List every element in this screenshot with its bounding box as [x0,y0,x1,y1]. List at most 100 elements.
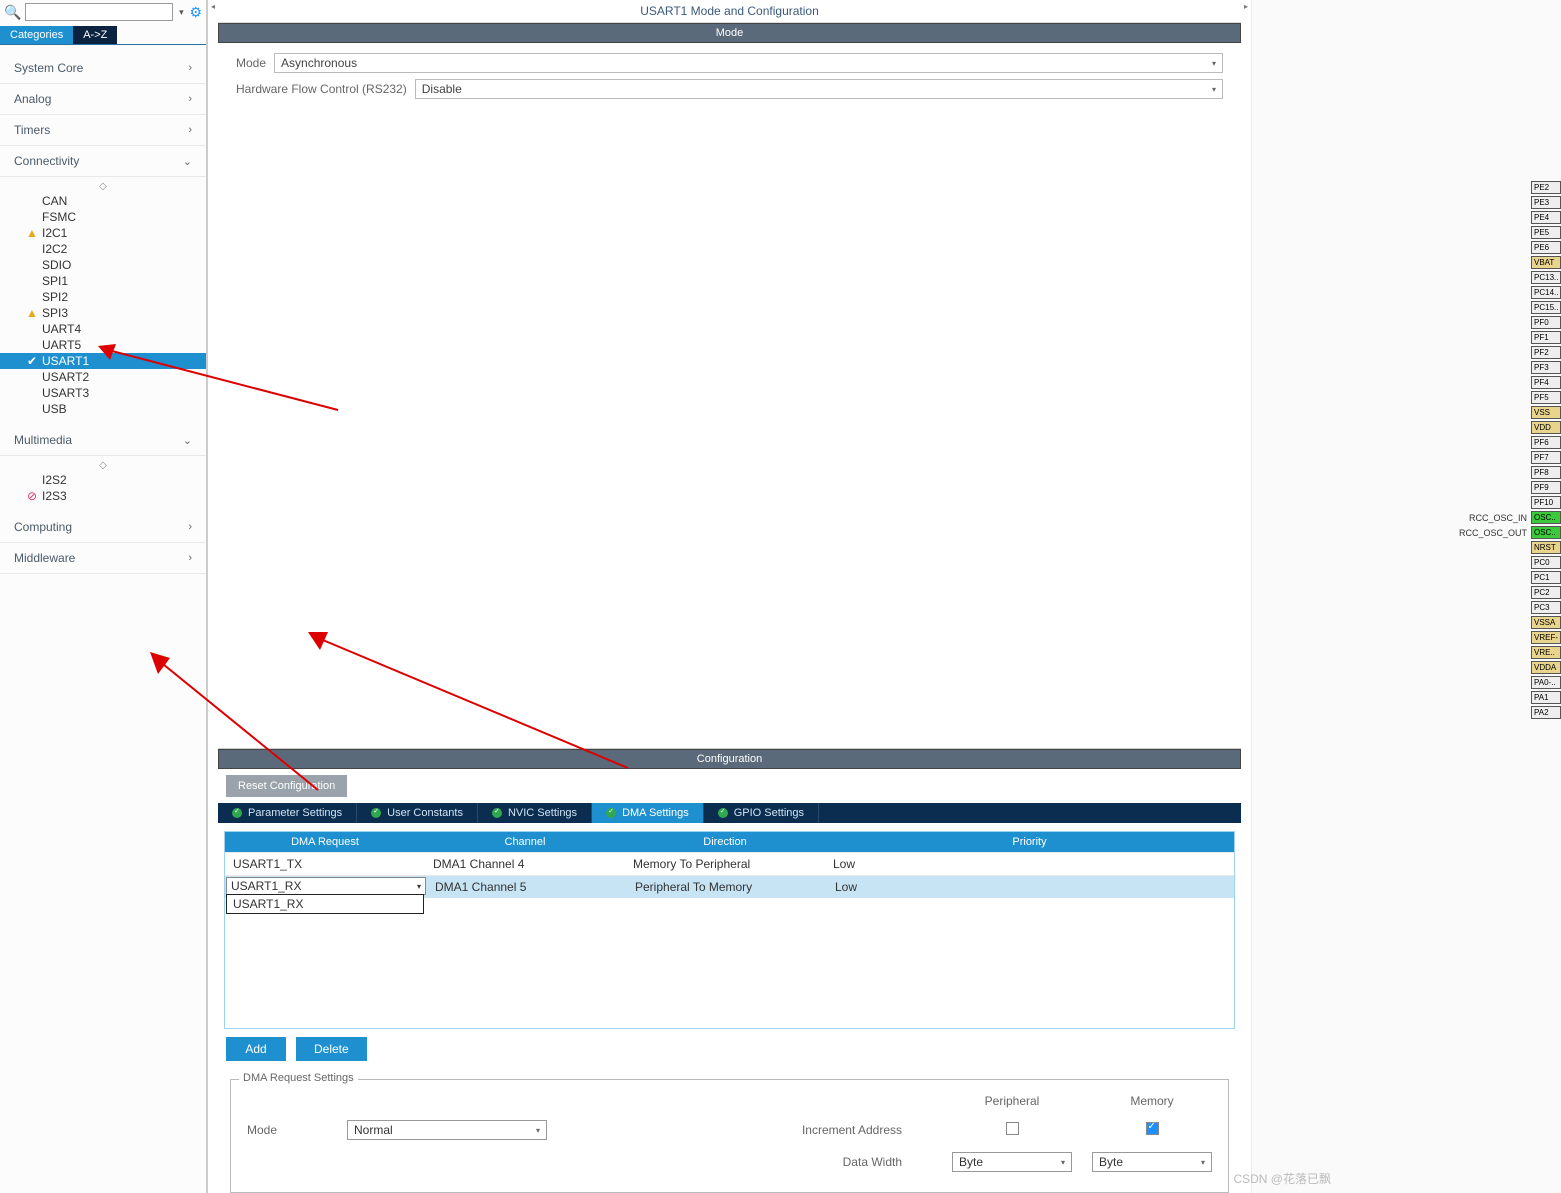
delete-button[interactable]: Delete [296,1037,367,1061]
add-button[interactable]: Add [226,1037,286,1061]
pin-chip[interactable]: VREF- [1531,631,1561,644]
pin-chip[interactable]: PC15.. [1531,301,1561,314]
cat-connectivity[interactable]: Connectivity⌄ [0,146,206,177]
pin-chip[interactable]: VDD [1531,421,1561,434]
sidebar-item-uart5[interactable]: UART5 [0,337,206,353]
pin-signal-label: RCC_OSC_OUT [1452,528,1527,538]
sidebar-item-usb[interactable]: USB [0,401,206,417]
pin-row: PF4 [1452,375,1561,390]
search-input[interactable] [25,3,173,21]
pin-chip[interactable]: PE4 [1531,211,1561,224]
reset-config-button[interactable]: Reset Configuration [226,775,347,797]
pin-chip[interactable]: PC0 [1531,556,1561,569]
pin-chip[interactable]: PF8 [1531,466,1561,479]
watermark: CSDN @花落已飘 [1233,1170,1331,1187]
cat-multimedia[interactable]: Multimedia⌄ [0,425,206,456]
pin-chip[interactable]: PC2 [1531,586,1561,599]
pin-chip[interactable]: PE5 [1531,226,1561,239]
warning-icon: ▲ [26,226,38,240]
sidebar-item-usart2[interactable]: USART2 [0,369,206,385]
sidebar-item-i2s2[interactable]: I2S2 [0,472,206,488]
pin-row: PF5 [1452,390,1561,405]
collapse-icon[interactable]: ◇ [0,460,206,472]
pin-chip[interactable]: OSC.. [1531,526,1561,539]
pin-chip[interactable]: PF2 [1531,346,1561,359]
tab-az[interactable]: A->Z [73,26,117,44]
sidebar-item-spi2[interactable]: SPI2 [0,289,206,305]
pin-chip[interactable]: VSSA [1531,616,1561,629]
sidebar-item-spi1[interactable]: SPI1 [0,273,206,289]
sidebar-item-label: I2C2 [42,242,67,256]
pin-chip[interactable]: PF10 [1531,496,1561,509]
memory-width-select[interactable]: Byte▾ [1092,1152,1212,1172]
cat-analog[interactable]: Analog› [0,84,206,115]
tab-categories[interactable]: Categories [0,26,73,44]
dma-request-select[interactable]: USART1_RX▾ [226,877,426,895]
mode-section-bar: Mode [218,23,1241,43]
sidebar-item-i2c2[interactable]: I2C2 [0,241,206,257]
pin-chip[interactable]: PF1 [1531,331,1561,344]
pin-chip[interactable]: PF7 [1531,451,1561,464]
pin-chip[interactable]: PF9 [1531,481,1561,494]
sidebar-item-i2s3[interactable]: ⊘I2S3 [0,488,206,504]
settings-icon[interactable]: ⚙ [189,4,202,21]
mode-select[interactable]: Asynchronous▾ [274,53,1223,73]
pin-chip[interactable]: PE3 [1531,196,1561,209]
sidebar-item-fsmc[interactable]: FSMC [0,209,206,225]
tab-nvic-settings[interactable]: NVIC Settings [478,803,592,823]
tab-parameter-settings[interactable]: Parameter Settings [218,803,357,823]
sidebar-item-usart1[interactable]: ✔USART1 [0,353,206,369]
cat-system-core[interactable]: System Core› [0,53,206,84]
tab-user-constants[interactable]: User Constants [357,803,478,823]
tab-gpio-settings[interactable]: GPIO Settings [704,803,819,823]
tab-dma-settings[interactable]: DMA Settings [592,803,704,823]
pin-chip[interactable]: PF5 [1531,391,1561,404]
warning-icon: ▲ [26,306,38,320]
mode-setting-select[interactable]: Normal▾ [347,1120,547,1140]
peripheral-inc-checkbox[interactable] [1006,1122,1019,1135]
pin-chip[interactable]: PF6 [1531,436,1561,449]
search-dropdown-icon[interactable]: ▾ [177,7,185,18]
memory-inc-checkbox[interactable] [1146,1122,1159,1135]
pin-chip[interactable]: PF4 [1531,376,1561,389]
sidebar-item-uart4[interactable]: UART4 [0,321,206,337]
pin-chip[interactable]: PC3 [1531,601,1561,614]
pin-row: PC2 [1452,585,1561,600]
combo-option[interactable]: USART1_RX [227,895,423,913]
pin-chip[interactable]: PC14.. [1531,286,1561,299]
collapse-right-icon[interactable]: ▸ [1241,0,1251,1193]
pin-chip[interactable]: VBAT [1531,256,1561,269]
pin-chip[interactable]: VDDA [1531,661,1561,674]
pin-chip[interactable]: PE2 [1531,181,1561,194]
sidebar-item-label: I2C1 [42,226,67,240]
col-priority: Priority [825,832,1234,852]
collapse-icon[interactable]: ◇ [0,181,206,193]
pin-chip[interactable]: PE6 [1531,241,1561,254]
sidebar-item-i2c1[interactable]: ▲ I2C1 [0,225,206,241]
pin-chip[interactable]: PA2 [1531,706,1561,719]
sidebar-tabs: Categories A->Z [0,26,206,45]
flow-control-select[interactable]: Disable▾ [415,79,1223,99]
table-row[interactable]: USART1_TXDMA1 Channel 4Memory To Periphe… [225,852,1234,875]
cat-computing[interactable]: Computing› [0,512,206,543]
sidebar-item-sdio[interactable]: SDIO [0,257,206,273]
peripheral-width-select[interactable]: Byte▾ [952,1152,1072,1172]
pin-chip[interactable]: PF0 [1531,316,1561,329]
dma-request-dropdown[interactable]: USART1_RX [226,894,424,914]
pin-chip[interactable]: NRST [1531,541,1561,554]
pin-chip[interactable]: VSS [1531,406,1561,419]
sidebar-item-can[interactable]: CAN [0,193,206,209]
collapse-left-icon[interactable]: ◂ [208,0,218,1193]
cat-middleware[interactable]: Middleware› [0,543,206,574]
pin-chip[interactable]: PF3 [1531,361,1561,374]
flow-control-label: Hardware Flow Control (RS232) [236,82,407,96]
cat-timers[interactable]: Timers› [0,115,206,146]
sidebar-item-spi3[interactable]: ▲SPI3 [0,305,206,321]
pin-chip[interactable]: OSC.. [1531,511,1561,524]
pin-chip[interactable]: VRE.. [1531,646,1561,659]
pin-chip[interactable]: PA1 [1531,691,1561,704]
pin-chip[interactable]: PC13.. [1531,271,1561,284]
sidebar-item-usart3[interactable]: USART3 [0,385,206,401]
pin-chip[interactable]: PC1 [1531,571,1561,584]
pin-chip[interactable]: PA0-.. [1531,676,1561,689]
